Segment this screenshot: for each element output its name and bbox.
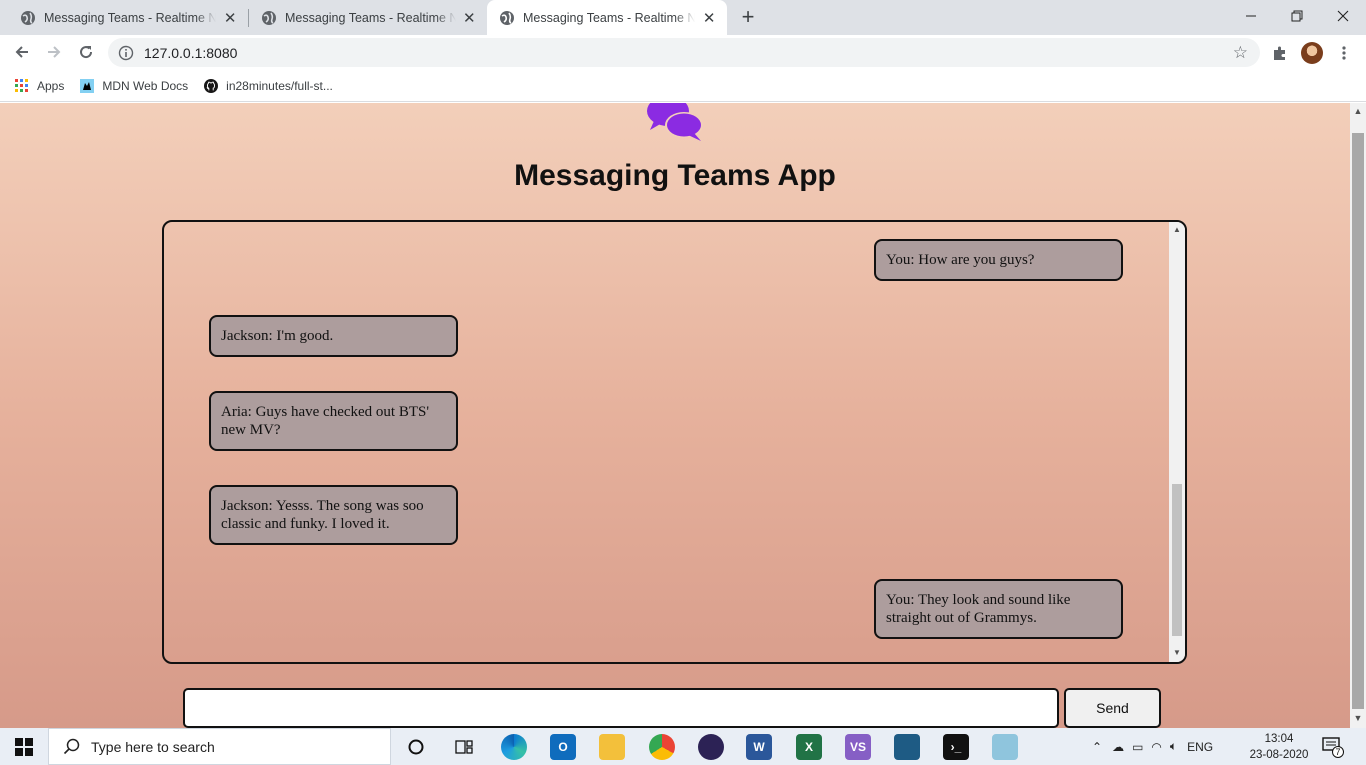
bookmark-apps[interactable]: Apps <box>15 78 65 93</box>
bookmark-label: MDN Web Docs <box>102 78 189 93</box>
tab-title: Messaging Teams - Realtime Node <box>285 10 456 25</box>
minimize-button[interactable] <box>1228 0 1274 32</box>
bookmark-mdn[interactable]: MDN Web Docs <box>80 78 189 93</box>
scroll-down-arrow-icon[interactable]: ▼ <box>1350 713 1366 723</box>
search-icon <box>63 738 80 754</box>
tab-title: Messaging Teams - Realtime Node <box>523 10 696 25</box>
url-text: 127.0.0.1:8080 <box>144 44 238 61</box>
page-scrollbar-thumb[interactable] <box>1352 133 1364 709</box>
windows-taskbar: Type here to search O W X VS ›_ ⌃ ☁ ▭ ◠ … <box>0 728 1366 765</box>
extensions-button[interactable] <box>1268 41 1292 65</box>
tab-1[interactable]: Messaging Teams - Realtime Node ✕ <box>8 0 248 35</box>
restore-button[interactable] <box>1274 0 1320 32</box>
taskbar-search[interactable]: Type here to search <box>48 728 391 765</box>
cloud-icon[interactable]: ☁ <box>1112 740 1124 754</box>
chat-scrollbar-thumb[interactable] <box>1172 484 1182 636</box>
close-icon[interactable]: ✕ <box>222 9 238 27</box>
system-tray: ⌃ ☁ ▭ ◠ 🔈︎ ENG <box>1092 728 1213 765</box>
cortana-circle-icon <box>408 739 424 755</box>
restore-icon <box>1291 10 1303 22</box>
message-bubble-sent: You: They look and sound like straight o… <box>874 579 1123 639</box>
word-app-icon[interactable]: W <box>746 734 772 760</box>
info-icon <box>118 45 134 60</box>
menu-button[interactable] <box>1332 41 1356 65</box>
globe-icon <box>21 10 35 25</box>
mdn-icon <box>80 78 95 93</box>
back-button[interactable] <box>10 40 34 64</box>
close-window-button[interactable] <box>1320 0 1366 32</box>
clock-date: 23-08-2020 <box>1249 749 1309 761</box>
chat-messages-container[interactable]: You: How are you guys? Jackson: I'm good… <box>162 220 1187 664</box>
task-view-icon <box>455 740 473 754</box>
puzzle-icon <box>1274 46 1285 60</box>
minimize-icon <box>1246 15 1256 17</box>
address-bar[interactable]: 127.0.0.1:8080 ☆ <box>108 38 1260 67</box>
scroll-up-arrow-icon[interactable]: ▲ <box>1169 225 1185 234</box>
bookmark-star-icon[interactable]: ☆ <box>1233 43 1248 63</box>
arrow-right-icon <box>48 46 61 58</box>
bookmarks-bar: Apps MDN Web Docs in28minutes/full-st... <box>0 70 1366 102</box>
terminal-app-icon[interactable]: ›_ <box>943 734 969 760</box>
tab-strip: Messaging Teams - Realtime Node ✕ Messag… <box>0 0 1366 35</box>
tab-3-active[interactable]: Messaging Teams - Realtime Node ✕ <box>487 0 727 35</box>
cortana-button[interactable] <box>403 734 429 760</box>
reload-icon <box>80 46 93 59</box>
more-vertical-icon <box>1342 46 1346 60</box>
message-bubble-received: Aria: Guys have checked out BTS' new MV? <box>209 391 458 451</box>
new-tab-button[interactable]: + <box>736 6 760 30</box>
chat-bubbles-icon <box>647 103 703 141</box>
excel-app-icon[interactable]: X <box>796 734 822 760</box>
reload-button[interactable] <box>74 40 98 64</box>
notification-center-button[interactable]: 7 <box>1322 737 1344 758</box>
notification-count-badge: 7 <box>1332 746 1344 758</box>
wifi-icon[interactable]: ◠ <box>1151 740 1161 754</box>
message-input[interactable] <box>183 688 1059 728</box>
globe-icon <box>500 10 514 25</box>
page-scrollbar[interactable]: ▲ ▼ <box>1350 103 1366 728</box>
windows-logo-icon <box>15 737 33 756</box>
send-button[interactable]: Send <box>1064 688 1161 728</box>
chrome-app-icon[interactable] <box>649 734 675 760</box>
notes-app-icon[interactable] <box>992 734 1018 760</box>
edge-app-icon[interactable] <box>501 734 527 760</box>
arrow-left-icon <box>15 46 28 58</box>
battery-icon[interactable]: ▭ <box>1132 740 1143 754</box>
eclipse-app-icon[interactable] <box>698 734 724 760</box>
apps-grid-icon <box>15 78 28 92</box>
tab-title: Messaging Teams - Realtime Node <box>44 10 217 25</box>
message-bubble-received: Jackson: I'm good. <box>209 315 458 357</box>
chevron-up-icon[interactable]: ⌃ <box>1092 740 1102 754</box>
mysql-workbench-icon[interactable] <box>894 734 920 760</box>
search-placeholder: Type here to search <box>91 738 215 755</box>
bookmark-label: Apps <box>37 78 65 93</box>
forward-button[interactable] <box>42 40 66 64</box>
message-bubble-sent: You: How are you guys? <box>874 239 1123 281</box>
close-icon <box>1337 10 1349 22</box>
browser-toolbar: 127.0.0.1:8080 ☆ <box>0 35 1366 70</box>
globe-icon <box>262 10 276 25</box>
scroll-down-arrow-icon[interactable]: ▼ <box>1169 648 1185 657</box>
github-icon <box>204 78 219 93</box>
avatar <box>1301 42 1323 64</box>
tab-2[interactable]: Messaging Teams - Realtime Node ✕ <box>249 0 487 35</box>
visual-studio-icon[interactable]: VS <box>845 734 871 760</box>
page-viewport: Messaging Teams App You: How are you guy… <box>0 103 1350 728</box>
bookmark-label: in28minutes/full-st... <box>226 78 333 93</box>
close-icon[interactable]: ✕ <box>462 9 478 27</box>
volume-icon[interactable]: 🔈︎ <box>1170 739 1177 754</box>
taskbar-clock[interactable]: 13:04 23-08-2020 <box>1248 731 1310 763</box>
chat-scrollbar[interactable]: ▲ ▼ <box>1169 222 1185 662</box>
file-explorer-icon[interactable] <box>599 734 625 760</box>
bookmark-github[interactable]: in28minutes/full-st... <box>204 78 333 93</box>
profile-button[interactable] <box>1300 41 1324 65</box>
page-title: Messaging Teams App <box>514 159 836 192</box>
scroll-up-arrow-icon[interactable]: ▲ <box>1350 106 1366 116</box>
task-view-button[interactable] <box>451 734 477 760</box>
close-icon[interactable]: ✕ <box>701 9 717 27</box>
language-indicator[interactable]: ENG <box>1187 740 1213 754</box>
outlook-app-icon[interactable]: O <box>550 734 576 760</box>
start-button[interactable] <box>0 728 48 765</box>
message-bubble-received: Jackson: Yesss. The song was soo classic… <box>209 485 458 545</box>
clock-time: 13:04 <box>1264 733 1294 745</box>
